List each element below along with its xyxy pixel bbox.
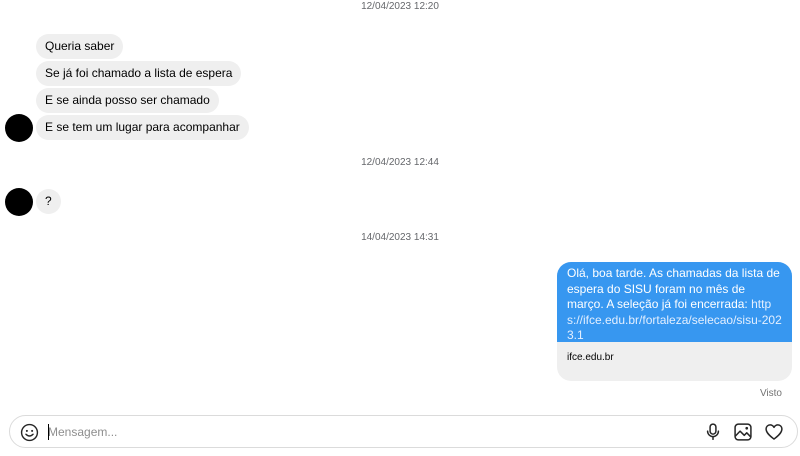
image-icon[interactable]	[733, 422, 753, 442]
incoming-message[interactable]: Queria saber	[36, 34, 124, 59]
text-caret	[48, 424, 49, 440]
timestamp: 12/04/2023 12:20	[361, 1, 439, 12]
message-input[interactable]	[48, 423, 648, 441]
outgoing-message[interactable]: Olá, boa tarde. As chamadas da lista de …	[557, 262, 792, 381]
incoming-message[interactable]: E se ainda posso ser chamado	[36, 88, 219, 113]
avatar[interactable]	[5, 114, 33, 142]
link-preview-domain: ifce.edu.br	[567, 352, 614, 363]
outgoing-message-body: Olá, boa tarde. As chamadas da lista de …	[557, 262, 792, 342]
incoming-message[interactable]: Se já foi chamado a lista de espera	[36, 61, 242, 86]
avatar[interactable]	[5, 188, 33, 216]
incoming-message[interactable]: E se tem um lugar para acompanhar	[36, 115, 249, 140]
incoming-message[interactable]: ?	[36, 189, 61, 214]
timestamp: 14/04/2023 14:31	[361, 232, 439, 243]
heart-icon[interactable]	[764, 422, 784, 442]
emoji-icon[interactable]	[20, 423, 39, 442]
link-preview[interactable]: ifce.edu.br	[557, 342, 792, 373]
outgoing-message-text: Olá, boa tarde. As chamadas da lista de …	[567, 266, 780, 311]
message-composer	[9, 415, 798, 448]
seen-status: Visto	[759, 388, 782, 399]
microphone-icon[interactable]	[703, 422, 723, 442]
timestamp: 12/04/2023 12:44	[361, 157, 439, 168]
